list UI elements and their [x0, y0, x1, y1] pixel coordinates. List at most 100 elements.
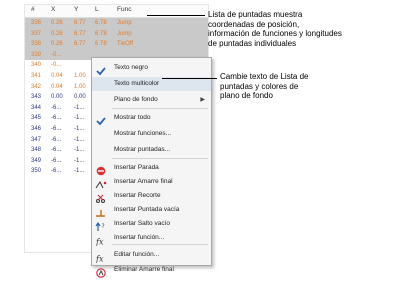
menu-item[interactable]: Insertar Puntada vacía [92, 203, 211, 217]
column-header-number[interactable]: # [31, 6, 35, 13]
cell-x: 0.26 [51, 30, 63, 37]
column-header-y[interactable]: Y [74, 6, 78, 13]
cell-number: 344 [31, 104, 42, 111]
cell-y: -1... [74, 147, 85, 154]
column-header-x[interactable]: X [51, 6, 55, 13]
cell-x: 0.04 [51, 83, 63, 90]
cell-x: -6... [51, 136, 62, 143]
context-menu: Texto negro Texto multicolor Plano de fond… [91, 57, 212, 278]
empty-jump-icon: ? [95, 219, 107, 231]
menu-item-label: Insertar Salto vacío [114, 220, 170, 227]
cell-y: 6.77 [74, 30, 86, 37]
menu-item-label: Editar función... [114, 251, 160, 258]
menu-item[interactable]: Texto negro [92, 61, 211, 76]
cell-func: Jump [117, 20, 132, 26]
cell-number: 341 [31, 73, 42, 79]
callout-top-line: Lista de puntadas muestra [208, 10, 303, 19]
callout-top: Lista de puntadas muestra coordenadas de… [208, 10, 342, 48]
menu-item-label: Insertar Parada [114, 164, 159, 171]
menu-item[interactable]: fx Insertar función... [92, 231, 211, 247]
cell-l: 6.78 [95, 41, 107, 48]
callout-middle: Cambie texto de Lista de puntadas y colo… [220, 72, 309, 101]
delete-tieoff-icon [95, 265, 107, 278]
menu-item-label: Insertar Recorte [114, 192, 161, 199]
callout-middle-line: Cambie texto de Lista de [220, 72, 309, 81]
menu-item-label: Insertar función... [114, 234, 165, 241]
cell-number: 348 [31, 147, 42, 154]
menu-item[interactable]: Eliminar Amarre final [92, 263, 211, 278]
callout-middle-line: puntadas y colores de [220, 81, 299, 91]
menu-item[interactable]: fx Editar función... [92, 248, 211, 264]
svg-text:fx: fx [95, 255, 104, 264]
table-row[interactable]: 338 0.26 6.77 6.78 TieOff [25, 39, 208, 50]
cell-number: 338 [31, 41, 42, 48]
cell-x: 0.00 [51, 94, 63, 101]
cell-x: -6... [51, 157, 62, 164]
menu-item-label: Texto multicolor [114, 80, 160, 87]
callout-line-middle [162, 78, 217, 79]
cell-y: 0.00 [74, 94, 86, 101]
callout-top-line: de puntadas individuales [208, 38, 297, 48]
cell-func: TieOff [117, 41, 134, 48]
empty-stitch-icon [95, 205, 107, 217]
cell-number: 345 [31, 115, 42, 122]
column-header-l[interactable]: L [95, 6, 99, 13]
menu-item[interactable]: Plano de fondo ▶ [92, 93, 211, 107]
svg-text:fx: fx [95, 238, 104, 247]
cell-y: -1... [74, 168, 85, 175]
cell-x: 0.04 [51, 73, 63, 79]
cell-y: -1... [74, 104, 85, 111]
function-icon: fx [95, 233, 107, 247]
cell-y: -1... [74, 126, 85, 132]
callout-top-line: coordenadas de posición, [208, 19, 300, 29]
menu-item[interactable]: ? Insertar Salto vacío [92, 217, 211, 231]
edit-function-icon: fx [95, 250, 107, 264]
cell-x: 0.26 [51, 41, 63, 48]
callout-line-top [147, 15, 205, 16]
trim-icon [95, 191, 107, 203]
cell-l: 6.78 [95, 30, 107, 37]
cell-x: -6... [51, 168, 62, 175]
menu-item[interactable]: Mostrar funciones... [92, 127, 211, 141]
menu-item-label: Eliminar Amarre final [114, 266, 174, 273]
cell-x: -0... [51, 51, 62, 58]
menu-separator [112, 158, 208, 159]
menu-item[interactable]: Texto multicolor [92, 77, 211, 91]
check-icon [95, 63, 107, 76]
cell-x: -6... [51, 126, 62, 132]
tieoff-icon [95, 177, 107, 189]
stop-icon [95, 163, 107, 176]
menu-item[interactable]: Mostrar puntadas... [92, 143, 211, 157]
cell-number: 349 [31, 157, 42, 164]
cell-number: 347 [31, 136, 42, 143]
cell-number: 343 [31, 94, 42, 101]
menu-item-label: Texto negro [114, 64, 148, 71]
cell-number: 342 [31, 83, 42, 90]
menu-item[interactable]: Insertar Amarre final [92, 175, 211, 189]
cell-x: 0.26 [51, 20, 63, 26]
cell-y: 6.77 [74, 20, 86, 26]
svg-text:?: ? [102, 223, 105, 230]
menu-item[interactable]: Mostrar todo [92, 111, 211, 126]
cell-number: 336 [31, 20, 42, 26]
cell-number: 339 [31, 51, 42, 58]
menu-item[interactable]: Insertar Recorte [92, 189, 211, 203]
cell-x: -6... [51, 104, 62, 111]
callout-middle-line: plano de fondo [220, 91, 273, 100]
cell-y: -1... [74, 115, 85, 122]
table-row[interactable]: 336 0.26 6.77 6.78 Jump [25, 18, 208, 29]
callout-top-line: información de funciones y longitudes [208, 29, 342, 38]
cell-x: -6... [51, 147, 62, 154]
check-icon [95, 113, 107, 126]
column-header-func[interactable]: Func [117, 6, 131, 13]
menu-item[interactable]: Insertar Parada [92, 161, 211, 176]
menu-item-label: Mostrar funciones... [114, 130, 172, 137]
stitch-list-header: # X Y L Func [25, 5, 208, 18]
cell-y: -1... [74, 136, 85, 143]
table-row[interactable]: 337 0.26 6.77 6.78 Jump [25, 28, 208, 40]
cell-x: -0... [51, 62, 62, 69]
cell-number: 346 [31, 126, 42, 132]
cell-y: -1... [74, 157, 85, 164]
cell-func: Jump [117, 30, 132, 37]
menu-item-label: Mostrar todo [114, 114, 151, 121]
